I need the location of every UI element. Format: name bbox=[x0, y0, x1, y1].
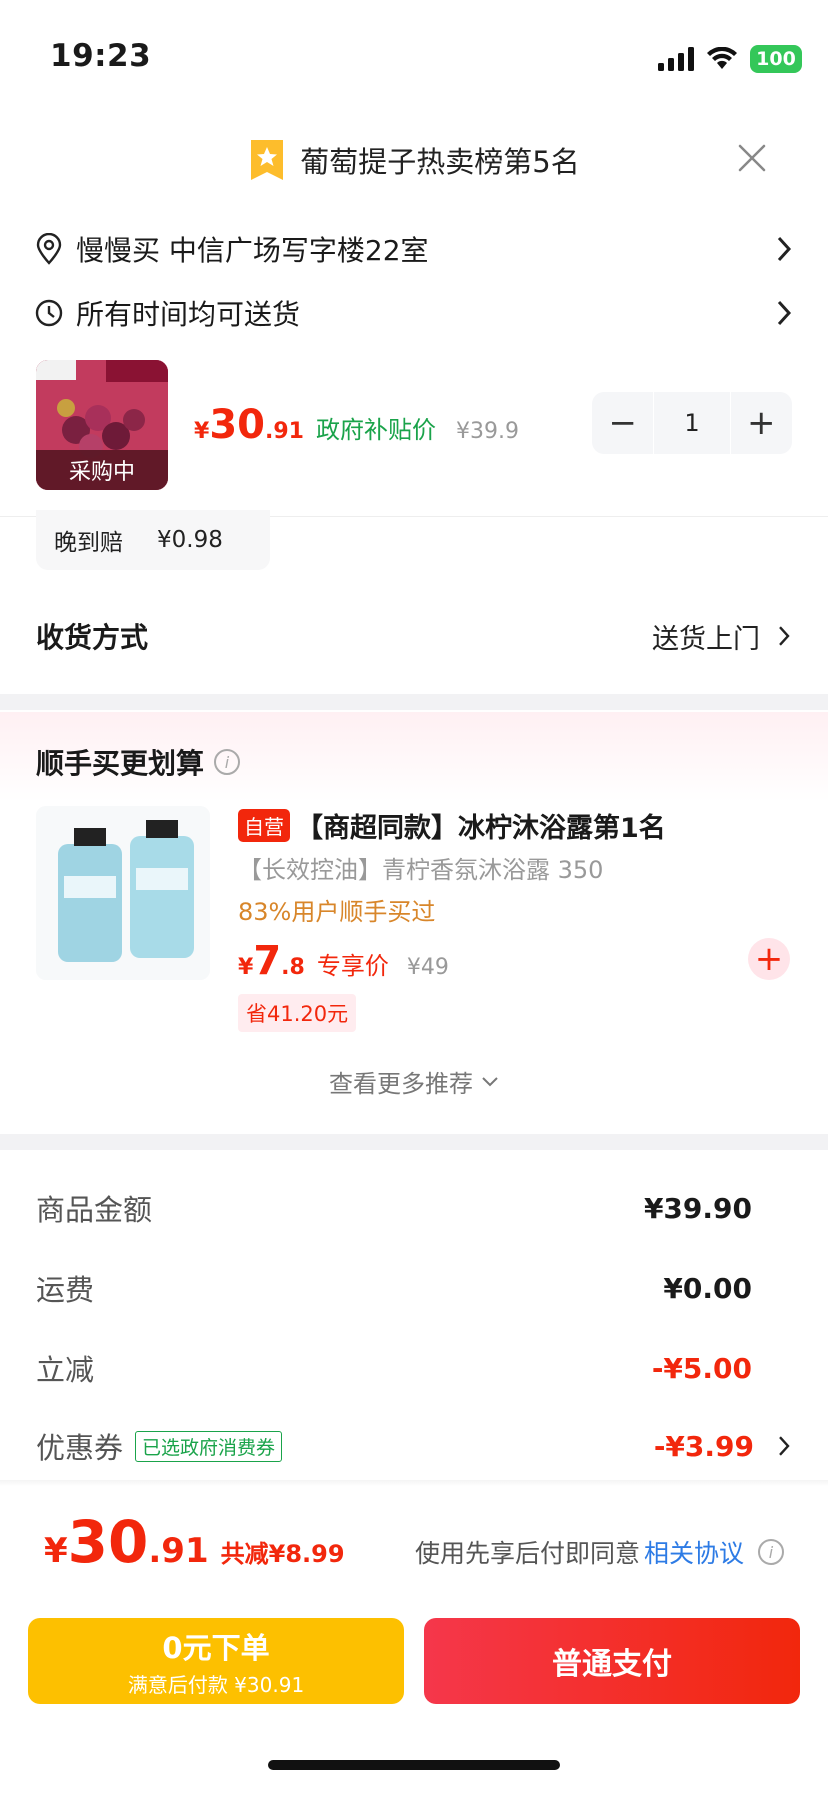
location-pin-icon bbox=[36, 233, 62, 265]
recommend-price: ¥ 7 .8 专享价 ¥49 bbox=[238, 938, 449, 984]
more-recommend-text: 查看更多推荐 bbox=[329, 1070, 473, 1098]
home-indicator[interactable] bbox=[268, 1760, 560, 1770]
shipping-value: ¥0.00 bbox=[663, 1271, 752, 1305]
increase-button[interactable]: + bbox=[730, 392, 792, 454]
product-price: ¥ 30 .91 政府补贴价 ¥39.9 bbox=[194, 402, 519, 448]
zero-yuan-order-button[interactable]: 0元下单 满意后付款 ¥30.91 bbox=[28, 1618, 404, 1704]
close-icon[interactable] bbox=[732, 138, 772, 178]
quantity-stepper: − 1 + bbox=[592, 392, 792, 454]
price-yen: ¥ bbox=[194, 419, 210, 444]
recommend-title: 顺手买更划算 bbox=[36, 747, 205, 780]
zero-order-main: 0元下单 bbox=[162, 1630, 270, 1665]
price-integer: 30 bbox=[209, 402, 265, 448]
battery-icon: 100 bbox=[750, 45, 802, 73]
recommend-buy-rate: 83%用户顺手买过 bbox=[238, 898, 436, 926]
status-time: 19:23 bbox=[50, 38, 152, 74]
original-price: ¥49 bbox=[406, 955, 449, 980]
coupon-row[interactable]: 优惠券 已选政府消费券 -¥3.99 bbox=[36, 1422, 792, 1470]
agree-text: 使用先享后付即同意 bbox=[414, 1539, 640, 1568]
signal-icon bbox=[658, 47, 694, 71]
recommend-name-row[interactable]: 自营 【商超同款】冰柠沐浴露第1名 bbox=[238, 806, 666, 845]
normal-pay-button[interactable]: 普通支付 bbox=[424, 1618, 800, 1704]
address-text: 慢慢买 中信广场写字楼22室 bbox=[76, 234, 429, 267]
price-yen: ¥ bbox=[238, 955, 254, 980]
delivery-method-value: 送货上门 bbox=[652, 623, 760, 655]
self-operated-badge: 自营 bbox=[238, 809, 290, 842]
zero-order-sub: 满意后付款 ¥30.91 bbox=[127, 1672, 305, 1697]
delivery-method-label: 收货方式 bbox=[36, 621, 149, 654]
purchasing-tag: 采购中 bbox=[36, 450, 168, 490]
chevron-right-icon bbox=[779, 1436, 790, 1456]
recommend-title-row: 顺手买更划算 i bbox=[36, 742, 241, 782]
star-bookmark-icon bbox=[251, 140, 284, 180]
late-comp-label: 晚到赔 bbox=[54, 530, 123, 556]
total-savings: 共减¥8.99 bbox=[220, 1540, 345, 1568]
recommend-name: 【商超同款】冰柠沐浴露第1名 bbox=[296, 813, 666, 844]
rank-text: 葡萄提子热卖榜第5名 bbox=[300, 145, 580, 179]
info-icon[interactable]: i bbox=[214, 749, 241, 775]
total-decimal: .91 bbox=[148, 1531, 209, 1571]
goods-amount-row: 商品金额 ¥39.90 bbox=[36, 1184, 752, 1232]
clock-icon bbox=[35, 299, 63, 327]
coupon-value: -¥3.99 bbox=[653, 1429, 754, 1463]
section-separator bbox=[0, 694, 828, 710]
agreement-text: 使用先享后付即同意 相关协议 i bbox=[415, 1534, 784, 1570]
late-comp-value: ¥0.98 bbox=[157, 527, 223, 553]
discount-label: 立减 bbox=[36, 1353, 95, 1387]
total-integer: 30 bbox=[67, 1508, 149, 1576]
rank-banner[interactable]: 葡萄提子热卖榜第5名 bbox=[0, 136, 828, 184]
price-integer: 7 bbox=[253, 938, 282, 984]
original-price: ¥39.9 bbox=[455, 419, 519, 444]
recommend-product-image[interactable] bbox=[36, 806, 210, 980]
discount-row: 立减 -¥5.00 bbox=[36, 1344, 752, 1392]
bottom-bar-shadow bbox=[0, 1480, 828, 1486]
add-to-order-button[interactable]: + bbox=[748, 938, 790, 980]
coupon-value-wrap: -¥3.99 bbox=[654, 1430, 792, 1463]
goods-amount-value: ¥39.90 bbox=[643, 1191, 752, 1225]
quantity-value[interactable]: 1 bbox=[654, 392, 730, 454]
discount-value: -¥5.00 bbox=[651, 1351, 752, 1385]
coupon-label: 优惠券 bbox=[36, 1431, 124, 1465]
recommend-subtitle: 【长效控油】青柠香氛沐浴露 350 bbox=[238, 856, 604, 884]
chevron-right-icon bbox=[779, 626, 790, 646]
wifi-icon bbox=[707, 47, 737, 69]
exclusive-price-label: 专享价 bbox=[316, 952, 389, 980]
goods-amount-label: 商品金额 bbox=[36, 1193, 153, 1227]
delivery-method-row[interactable]: 收货方式 送货上门 bbox=[36, 612, 792, 660]
chevron-right-icon bbox=[777, 300, 792, 326]
gov-coupon-badge: 已选政府消费券 bbox=[135, 1430, 283, 1462]
info-icon[interactable]: i bbox=[758, 1539, 784, 1565]
checkout-page: 19:23 100 葡萄提子热卖榜第5名 慢慢买 中信广场写字楼22室 所有时间… bbox=[0, 0, 828, 1793]
late-compensation: 晚到赔 ¥0.98 bbox=[36, 510, 270, 570]
delivery-time-row[interactable]: 所有时间均可送货 bbox=[34, 290, 794, 336]
shipping-label: 运费 bbox=[36, 1273, 95, 1307]
address-row[interactable]: 慢慢买 中信广场写字楼22室 bbox=[34, 226, 794, 272]
more-recommend-link[interactable]: 查看更多推荐 bbox=[0, 1064, 828, 1099]
chevron-right-icon bbox=[777, 236, 792, 262]
delivery-time-text: 所有时间均可送货 bbox=[76, 298, 301, 331]
agreement-link[interactable]: 相关协议 bbox=[644, 1534, 744, 1570]
shipping-row: 运费 ¥0.00 bbox=[36, 1264, 752, 1312]
coupon-label-wrap: 优惠券 已选政府消费券 bbox=[36, 1425, 283, 1467]
price-decimal: .8 bbox=[281, 955, 305, 980]
save-badge: 省41.20元 bbox=[238, 994, 357, 1032]
chevron-down-icon bbox=[482, 1076, 498, 1086]
price-decimal: .91 bbox=[264, 419, 304, 444]
delivery-method-value-wrap: 送货上门 bbox=[652, 617, 792, 656]
total-yen: ¥ bbox=[44, 1531, 68, 1571]
status-icons: 100 bbox=[658, 44, 802, 74]
gov-subsidy-label: 政府补贴价 bbox=[315, 416, 436, 444]
decrease-button[interactable]: − bbox=[592, 392, 654, 454]
section-separator bbox=[0, 1134, 828, 1150]
total-price: ¥ 30 .91 共减¥8.99 bbox=[44, 1508, 345, 1576]
